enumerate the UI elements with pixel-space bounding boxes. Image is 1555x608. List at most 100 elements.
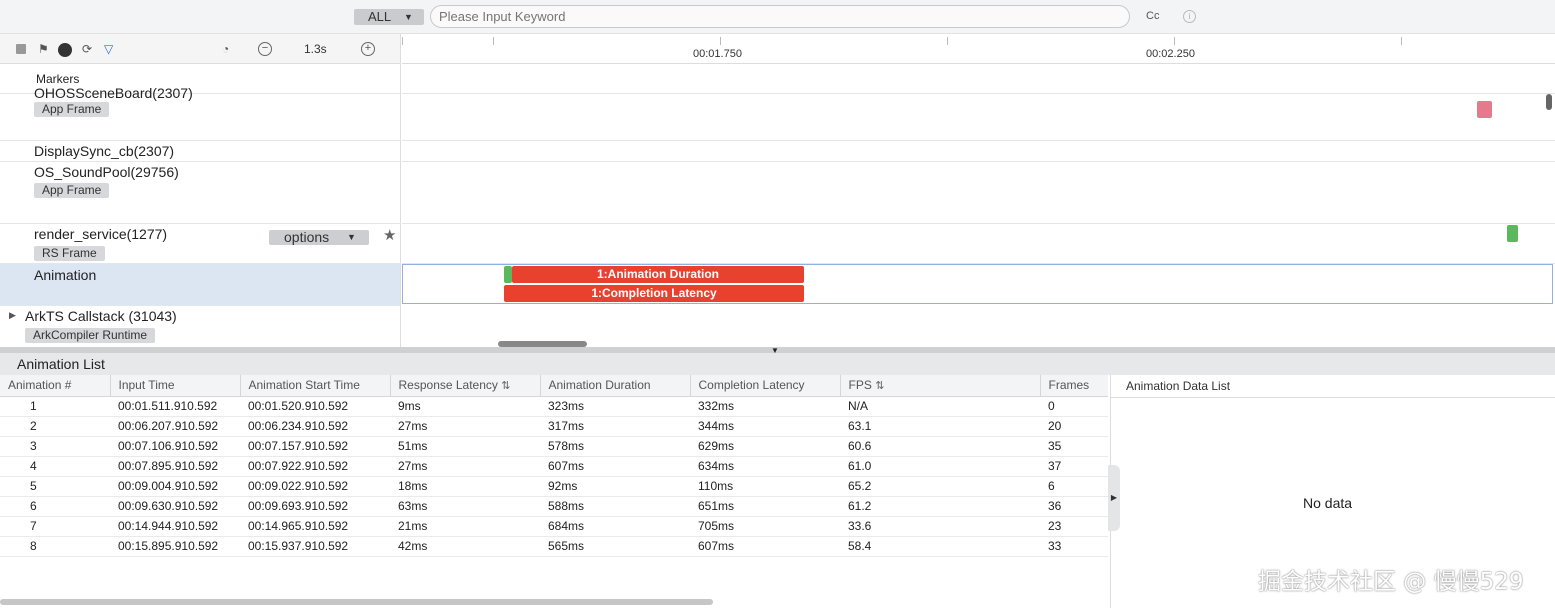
table-cell: 4	[0, 456, 110, 477]
sort-icon[interactable]: ⇅	[875, 380, 884, 392]
table-header: Animation # Input Time Animation Start T…	[0, 375, 1108, 397]
table-cell: 35	[1040, 436, 1108, 457]
timer-icon[interactable]: ◔	[222, 42, 229, 56]
stop-icon[interactable]	[16, 44, 26, 54]
ruler-tick	[947, 37, 948, 45]
refresh-icon[interactable]: ⟳	[82, 42, 92, 56]
table-cell: 00:01.511.910.592	[110, 396, 240, 417]
track-tag: ArkCompiler Runtime	[25, 328, 156, 343]
table-row[interactable]: 5 00:09.004.910.592 00:09.022.910.592 18ms 9…	[0, 476, 1108, 497]
table-row[interactable]: 1 00:01.511.910.592 00:01.520.910.592 9ms 32…	[0, 396, 1108, 417]
globe-icon[interactable]	[58, 43, 72, 57]
scope-dropdown[interactable]: ALL ▼	[354, 9, 424, 25]
detail-title: Animation Data List	[1126, 379, 1231, 393]
info-icon[interactable]: i	[1183, 10, 1196, 23]
table-cell: 92ms	[540, 476, 690, 497]
zoom-out-button[interactable]: −	[258, 42, 272, 56]
table-cell: 588ms	[540, 496, 690, 517]
panel-title: Animation List	[0, 353, 1555, 375]
ruler-tick	[720, 37, 721, 45]
divider	[1111, 397, 1555, 398]
table-cell: 61.0	[840, 456, 1040, 477]
table-cell: 18ms	[390, 476, 540, 497]
vertical-scrollbar[interactable]	[1546, 94, 1552, 110]
track-labels: Markers OHOSSceneBoard(2307) App Frame D…	[0, 64, 401, 347]
table-row[interactable]: 6 00:09.630.910.592 00:09.693.910.592 63ms 5…	[0, 496, 1108, 517]
search-bar: ALL ▼ Cc i	[0, 0, 1555, 34]
column-header[interactable]: Completion Latency	[690, 375, 841, 397]
flag-icon[interactable]: ⚑	[38, 42, 49, 56]
ruler-tick	[493, 37, 494, 45]
ruler-tick	[402, 37, 403, 45]
table-cell: 21ms	[390, 516, 540, 537]
table-cell: 705ms	[690, 516, 840, 537]
table-row[interactable]: 2 00:06.207.910.592 00:06.234.910.592 27ms 3…	[0, 416, 1108, 437]
track-tag: App Frame	[34, 102, 110, 117]
table-cell: 23	[1040, 516, 1108, 537]
options-label: options	[284, 229, 330, 245]
column-header[interactable]: Animation Duration	[540, 375, 691, 397]
lane	[402, 94, 1555, 141]
table-cell: 63.1	[840, 416, 1040, 437]
track-tag: RS Frame	[34, 246, 105, 261]
track-row-animation[interactable]: Animation	[0, 264, 400, 306]
table-row[interactable]: 4 00:07.895.910.592 00:07.922.910.592 27ms 6…	[0, 456, 1108, 477]
table-cell: 60.6	[840, 436, 1040, 457]
table-cell: 65.2	[840, 476, 1040, 497]
table-cell: 00:15.937.910.592	[240, 536, 390, 557]
table-cell: 2	[0, 416, 110, 437]
frame-slice[interactable]	[1477, 101, 1492, 118]
track-lanes[interactable]: 1:Animation Duration 1:Completion Latenc…	[402, 64, 1555, 347]
table-cell: 6	[1040, 476, 1108, 497]
column-header[interactable]: Response Latency ⇅	[390, 375, 541, 397]
table-cell: 00:01.520.910.592	[240, 396, 390, 417]
table-cell: 00:15.895.910.592	[110, 536, 240, 557]
table-cell: 00:14.965.910.592	[240, 516, 390, 537]
empty-state: No data	[1303, 495, 1353, 511]
animation-duration-slice[interactable]: 1:Animation Duration	[512, 266, 804, 283]
column-header[interactable]: Animation Start Time	[240, 375, 391, 397]
expand-arrow-icon[interactable]: ▶	[9, 310, 16, 321]
lane	[402, 224, 1555, 264]
table-cell: 332ms	[690, 396, 840, 417]
table-cell: 684ms	[540, 516, 690, 537]
track-label: render_service(1277)	[34, 226, 168, 242]
table-horizontal-scrollbar[interactable]	[0, 599, 713, 605]
table-cell: 323ms	[540, 396, 690, 417]
filter-icon[interactable]: ▽	[104, 42, 113, 56]
track-row-arkts[interactable]: ▶ ArkTS Callstack (31043) ArkCompiler Ru…	[0, 306, 400, 347]
frame-slice[interactable]	[1507, 225, 1518, 242]
time-scale-label: 1.3s	[304, 42, 327, 56]
column-header[interactable]: Animation #	[0, 375, 111, 397]
match-case-button[interactable]: Cc	[1146, 10, 1159, 22]
table-cell: 51ms	[390, 436, 540, 457]
keyword-search-input[interactable]	[430, 5, 1130, 28]
table-cell: 607ms	[690, 536, 840, 557]
column-header[interactable]: Input Time	[110, 375, 241, 397]
column-header[interactable]: Frames	[1040, 375, 1108, 397]
table-cell: 317ms	[540, 416, 690, 437]
collapse-detail-toggle[interactable]: ▶	[1108, 465, 1120, 531]
table-cell: N/A	[840, 396, 1040, 417]
track-row-render-service[interactable]: render_service(1277) RS Frame options ▼ …	[0, 224, 400, 264]
table-cell: 00:14.944.910.592	[110, 516, 240, 537]
animation-lane-selection: 1:Animation Duration 1:Completion Latenc…	[402, 264, 1553, 304]
table-cell: 58.4	[840, 536, 1040, 557]
star-icon[interactable]: ★	[383, 226, 396, 244]
track-row-displaysync[interactable]: DisplaySync_cb(2307)	[0, 141, 400, 162]
zoom-in-button[interactable]: +	[361, 42, 375, 56]
time-ruler[interactable]: 00:01.750 00:02.250	[402, 34, 1555, 64]
options-dropdown[interactable]: options ▼	[269, 230, 369, 245]
track-row-sceneboard[interactable]: OHOSSceneBoard(2307) App Frame	[0, 85, 400, 141]
track-row-soundpool[interactable]: OS_SoundPool(29756) App Frame	[0, 162, 400, 224]
table-row[interactable]: 3 00:07.106.910.592 00:07.157.910.592 51ms 5…	[0, 436, 1108, 457]
response-slice[interactable]	[504, 266, 512, 283]
table-row[interactable]: 7 00:14.944.910.592 00:14.965.910.592 21ms 6…	[0, 516, 1108, 537]
sort-icon[interactable]: ⇅	[501, 380, 510, 392]
column-header[interactable]: FPS ⇅	[840, 375, 1041, 397]
table-cell: 3	[0, 436, 110, 457]
table-cell: 1	[0, 396, 110, 417]
watermark: 掘金技术社区 @ 慢慢529	[1258, 569, 1524, 595]
completion-latency-slice[interactable]: 1:Completion Latency	[504, 285, 804, 302]
table-row[interactable]: 8 00:15.895.910.592 00:15.937.910.592 42ms 5…	[0, 536, 1108, 557]
